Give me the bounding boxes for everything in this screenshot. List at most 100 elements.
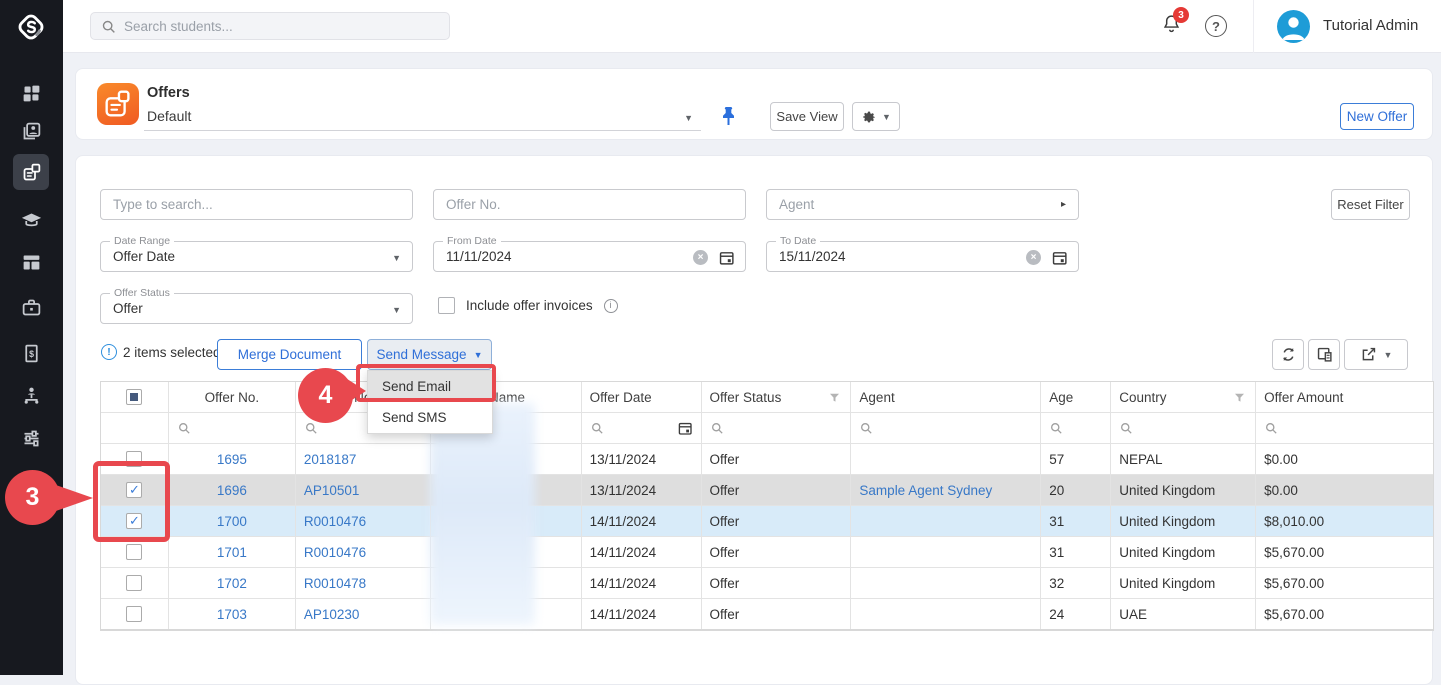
table-row[interactable]: 1703AP1023014/11/2024Offer24UAE$5,670.00 bbox=[101, 599, 1433, 630]
export-button[interactable]: ▼ bbox=[1344, 339, 1408, 370]
offer-status-label: Offer Status bbox=[110, 287, 174, 299]
offer-no-link[interactable]: 1695 bbox=[217, 452, 247, 467]
column-header-offer-no[interactable]: Offer No. bbox=[169, 382, 296, 412]
table-row[interactable]: 1695201818713/11/2024Offer57NEPAL$0.00 bbox=[101, 444, 1433, 475]
table-row[interactable]: 1701R001047614/11/2024Offer31United King… bbox=[101, 537, 1433, 568]
date-range-select[interactable]: Date Range Offer Date ▼ bbox=[100, 241, 413, 272]
search-icon[interactable] bbox=[859, 421, 874, 436]
table-cell: AP10501 bbox=[296, 475, 431, 505]
search-icon[interactable] bbox=[710, 421, 725, 436]
search-icon[interactable] bbox=[1049, 421, 1064, 436]
offer-date-cell: 14/11/2024 bbox=[590, 576, 657, 591]
student-no-link[interactable]: R0010478 bbox=[304, 576, 366, 591]
column-header-country[interactable]: Country bbox=[1111, 382, 1256, 412]
save-view-button[interactable]: Save View bbox=[770, 102, 844, 131]
table-row[interactable]: 1696AP1050113/11/2024OfferSample Agent S… bbox=[101, 475, 1433, 506]
calendar-icon[interactable] bbox=[718, 249, 735, 269]
app-logo-icon[interactable] bbox=[12, 8, 50, 46]
user-avatar[interactable] bbox=[1277, 10, 1310, 43]
sidebar-item-invoices-icon[interactable]: $ bbox=[13, 335, 49, 371]
offer-no-link[interactable]: 1700 bbox=[217, 514, 247, 529]
filter-cell[interactable] bbox=[582, 413, 702, 443]
search-icon[interactable] bbox=[590, 421, 605, 436]
filter-funnel-icon[interactable] bbox=[1232, 390, 1247, 405]
clear-icon[interactable]: × bbox=[693, 250, 708, 265]
grid-search-field[interactable] bbox=[100, 189, 413, 220]
to-date-field[interactable]: To Date 15/11/2024 × bbox=[766, 241, 1079, 272]
sidebar-item-offers-icon[interactable] bbox=[13, 154, 49, 190]
sidebar-item-services-icon[interactable] bbox=[13, 289, 49, 325]
notifications-button[interactable]: 3 bbox=[1161, 13, 1187, 41]
filter-cell[interactable] bbox=[1111, 413, 1256, 443]
student-no-link[interactable]: 2018187 bbox=[304, 452, 357, 467]
view-select[interactable]: Default ▼ bbox=[144, 105, 701, 131]
offer-amount-cell: $5,670.00 bbox=[1264, 607, 1324, 622]
offer-no-link[interactable]: 1701 bbox=[217, 545, 247, 560]
column-chooser-button[interactable] bbox=[1308, 339, 1340, 370]
row-checkbox[interactable] bbox=[126, 575, 142, 591]
table-cell: 32 bbox=[1041, 568, 1111, 598]
student-no-link[interactable]: AP10501 bbox=[304, 483, 360, 498]
grid-filter-row bbox=[101, 413, 1433, 444]
menu-item-send-sms[interactable]: Send SMS bbox=[368, 402, 492, 433]
include-invoices-checkbox[interactable] bbox=[438, 297, 455, 314]
sidebar-item-partners-icon[interactable] bbox=[13, 377, 49, 413]
search-icon[interactable] bbox=[177, 421, 192, 436]
sidebar-item-contacts-icon[interactable] bbox=[13, 113, 49, 149]
agent-input[interactable] bbox=[767, 190, 1078, 219]
search-icon[interactable] bbox=[1264, 421, 1279, 436]
filter-funnel-icon[interactable] bbox=[827, 390, 842, 405]
reset-filter-button[interactable]: Reset Filter bbox=[1331, 189, 1410, 220]
search-icon[interactable] bbox=[304, 421, 319, 436]
sidebar-item-courses-icon[interactable] bbox=[13, 202, 49, 238]
pin-view-button[interactable] bbox=[714, 101, 742, 131]
column-header-offer-date[interactable]: Offer Date bbox=[582, 382, 702, 412]
column-header-offer-amount[interactable]: Offer Amount bbox=[1256, 382, 1433, 412]
agent-field[interactable]: ▸ bbox=[766, 189, 1079, 220]
calendar-icon[interactable] bbox=[677, 420, 693, 436]
column-header-offer-status[interactable]: Offer Status bbox=[702, 382, 852, 412]
agent-link[interactable]: Sample Agent Sydney bbox=[859, 483, 992, 498]
filter-cell[interactable] bbox=[1256, 413, 1433, 443]
user-name[interactable]: Tutorial Admin bbox=[1323, 17, 1418, 34]
offer-no-link[interactable]: 1703 bbox=[217, 607, 247, 622]
grid-search-input[interactable] bbox=[101, 190, 412, 219]
offer-status-cell: Offer bbox=[710, 483, 740, 498]
student-no-link[interactable]: R0010476 bbox=[304, 514, 366, 529]
table-row[interactable]: 1702R001047814/11/2024Offer32United King… bbox=[101, 568, 1433, 599]
sidebar-item-applications-icon[interactable] bbox=[13, 244, 49, 280]
help-button[interactable]: ? bbox=[1205, 15, 1227, 37]
new-offer-button[interactable]: New Offer bbox=[1340, 103, 1414, 130]
sidebar-item-settings-icon[interactable] bbox=[13, 420, 49, 456]
offer-no-link[interactable]: 1702 bbox=[217, 576, 247, 591]
student-no-link[interactable]: AP10230 bbox=[304, 607, 360, 622]
refresh-button[interactable] bbox=[1272, 339, 1304, 370]
view-settings-button[interactable]: ▼ bbox=[852, 102, 900, 131]
student-search-input[interactable] bbox=[124, 19, 424, 34]
clear-icon[interactable]: × bbox=[1026, 250, 1041, 265]
select-all-checkbox[interactable] bbox=[126, 389, 142, 405]
filter-cell[interactable] bbox=[702, 413, 852, 443]
row-checkbox[interactable] bbox=[126, 544, 142, 560]
pin-icon bbox=[721, 105, 736, 127]
offer-no-field[interactable] bbox=[433, 189, 746, 220]
sidebar-item-dashboard-icon[interactable] bbox=[13, 75, 49, 111]
global-search[interactable] bbox=[90, 12, 450, 40]
offer-status-select[interactable]: Offer Status Offer ▼ bbox=[100, 293, 413, 324]
offer-no-input[interactable] bbox=[434, 190, 745, 219]
search-icon[interactable] bbox=[1119, 421, 1134, 436]
column-header-age[interactable]: Age bbox=[1041, 382, 1111, 412]
table-row[interactable]: 1700R001047614/11/2024Offer31United King… bbox=[101, 506, 1433, 537]
row-checkbox[interactable] bbox=[126, 606, 142, 622]
offer-no-link[interactable]: 1696 bbox=[217, 483, 247, 498]
svg-text:$: $ bbox=[29, 349, 34, 359]
from-date-field[interactable]: From Date 11/11/2024 × bbox=[433, 241, 746, 272]
table-cell: UAE bbox=[1111, 599, 1256, 629]
column-header-agent[interactable]: Agent bbox=[851, 382, 1041, 412]
filter-cell[interactable] bbox=[1041, 413, 1111, 443]
calendar-icon[interactable] bbox=[1051, 249, 1068, 269]
student-no-link[interactable]: R0010476 bbox=[304, 545, 366, 560]
merge-document-button[interactable]: Merge Document bbox=[217, 339, 362, 370]
filter-cell[interactable] bbox=[851, 413, 1041, 443]
filter-cell[interactable] bbox=[169, 413, 296, 443]
